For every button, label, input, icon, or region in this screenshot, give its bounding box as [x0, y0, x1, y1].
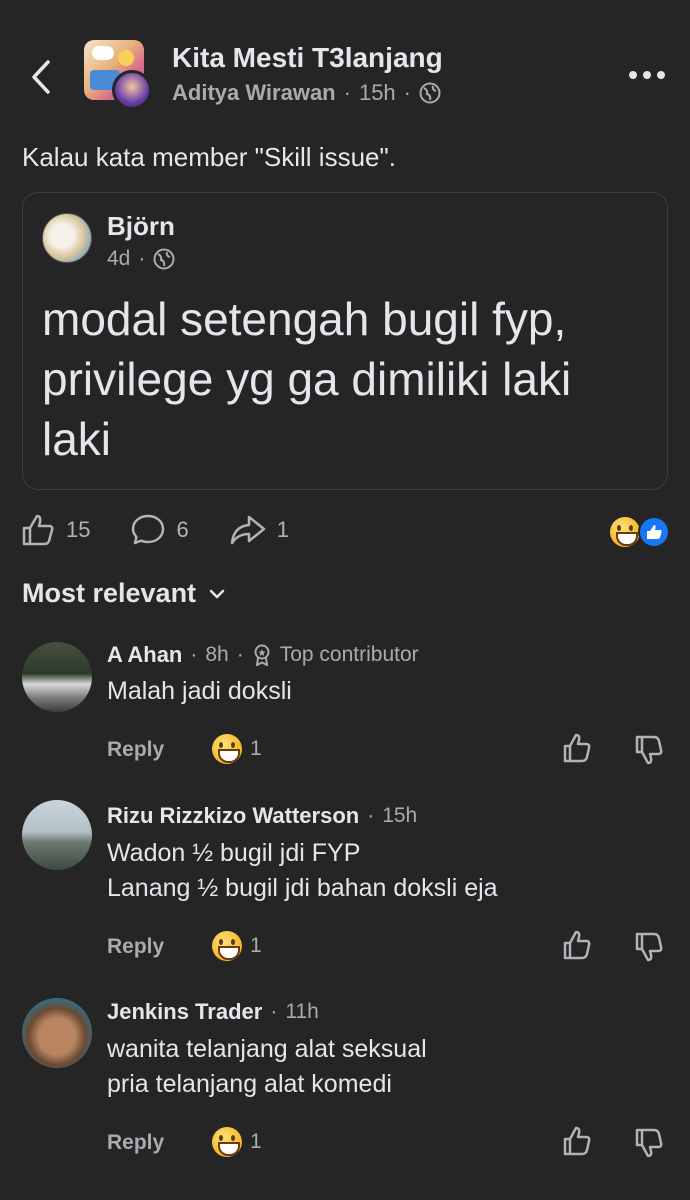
meta-separator: · — [367, 804, 375, 827]
comment-text: pria telanjang alat komedi — [107, 1070, 392, 1098]
group-avatar[interactable] — [84, 40, 152, 110]
comment-time[interactable]: 11h — [285, 1000, 318, 1024]
share-arrow-icon — [229, 512, 267, 548]
comment-time[interactable]: 8h — [205, 643, 228, 667]
laugh-emoji-icon — [212, 931, 242, 961]
meta-separator: · — [343, 80, 351, 105]
comment-button[interactable]: 6 — [130, 512, 189, 548]
comment-text: Wadon ½ bugil jdi FYP — [107, 839, 361, 867]
meta-separator: · — [236, 643, 244, 666]
comment-bubble-icon — [130, 512, 166, 548]
commenter-avatar[interactable] — [22, 998, 92, 1068]
reply-button[interactable]: Reply — [107, 935, 164, 959]
shared-post-time[interactable]: 4d — [107, 247, 130, 271]
shared-author-avatar[interactable] — [42, 213, 92, 263]
comment-reactions[interactable]: 1 — [212, 734, 262, 764]
group-name[interactable]: Kita Mesti T3lanjang — [172, 42, 443, 74]
reaction-count: 1 — [250, 934, 262, 957]
globe-icon — [153, 248, 175, 270]
sort-label: Most relevant — [22, 578, 197, 608]
share-button[interactable]: 1 — [229, 512, 289, 548]
like-reaction-icon — [638, 516, 670, 548]
thumbs-up-icon[interactable] — [562, 929, 592, 961]
post-author[interactable]: Aditya Wirawan — [172, 80, 336, 106]
like-button[interactable]: 15 — [20, 512, 90, 548]
comment-text: Malah jadi doksli — [107, 677, 292, 705]
commenter-avatar[interactable] — [22, 800, 92, 870]
laugh-emoji-icon — [610, 517, 640, 547]
reaction-count: 1 — [250, 1130, 262, 1153]
post-caption: Kalau kata member "Skill issue". — [22, 142, 396, 172]
comment-time[interactable]: 15h — [382, 804, 417, 828]
meta-separator: · — [138, 247, 146, 270]
globe-icon — [419, 82, 441, 104]
comment-reactions[interactable]: 1 — [212, 931, 262, 961]
reply-button[interactable]: Reply — [107, 738, 164, 762]
meta-separator: · — [403, 80, 411, 105]
like-count: 15 — [66, 517, 91, 542]
thumbs-up-icon[interactable] — [562, 1125, 592, 1157]
thumbs-down-icon[interactable] — [634, 931, 664, 963]
commenter-name[interactable]: A Ahan — [107, 642, 182, 668]
post-time[interactable]: 15h — [359, 80, 396, 106]
commenter-name[interactable]: Rizu Rizzkizo Watterson — [107, 803, 359, 829]
laugh-emoji-icon — [212, 734, 242, 764]
shared-post-text: modal setengah bugil fyp, privilege yg g… — [42, 293, 572, 465]
back-button[interactable] — [28, 58, 54, 96]
shared-author-name[interactable]: Björn — [107, 211, 175, 242]
commenter-name[interactable]: Jenkins Trader — [107, 999, 262, 1025]
chevron-down-icon — [208, 588, 226, 600]
commenter-avatar[interactable] — [22, 642, 92, 712]
meta-separator: · — [270, 1000, 278, 1023]
shared-post-card[interactable]: Björn 4d · modal setengah bugil fyp, pri… — [22, 192, 668, 490]
comment-text: Lanang ½ bugil jdi bahan doksli eja — [107, 874, 498, 902]
thumbs-up-icon[interactable] — [562, 732, 592, 764]
thumbs-down-icon[interactable] — [634, 734, 664, 766]
thumbs-up-icon — [20, 512, 56, 548]
more-dots-icon[interactable] — [628, 70, 666, 80]
meta-separator: · — [190, 643, 198, 666]
thumbs-down-icon[interactable] — [634, 1127, 664, 1159]
comment-count: 6 — [176, 517, 189, 542]
comment-reactions[interactable]: 1 — [212, 1127, 262, 1157]
laugh-emoji-icon — [212, 1127, 242, 1157]
top-contributor-badge-icon — [252, 644, 272, 666]
reaction-summary[interactable] — [610, 516, 670, 548]
share-count: 1 — [276, 517, 289, 542]
reaction-count: 1 — [250, 737, 262, 760]
reply-button[interactable]: Reply — [107, 1131, 164, 1155]
top-contributor-badge: Top contributor — [279, 643, 419, 666]
comment-text: wanita telanjang alat seksual — [107, 1035, 427, 1063]
sort-dropdown[interactable]: Most relevant — [22, 578, 226, 609]
